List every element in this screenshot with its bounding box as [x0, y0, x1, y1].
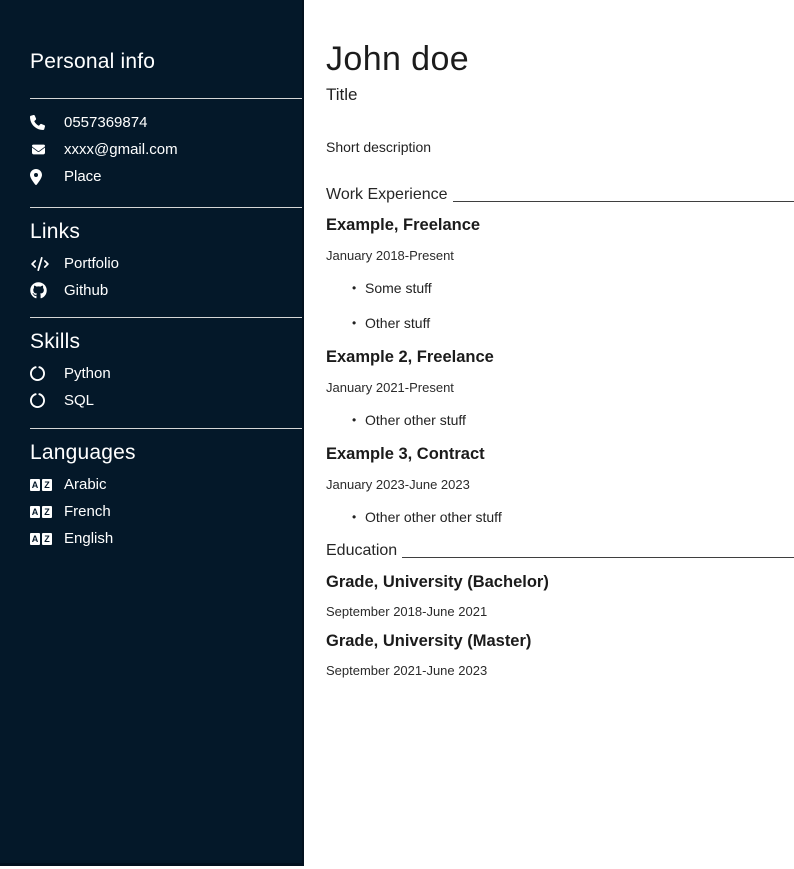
entry-degree: Grade, University (Master) — [326, 632, 794, 651]
bullet-item: Some stuff — [352, 280, 794, 296]
education-entry: Grade, University (Bachelor) September 2… — [326, 573, 794, 619]
links-heading: Links — [30, 220, 302, 244]
language-icon: A Z — [30, 479, 52, 491]
language-label: English — [64, 530, 113, 547]
sidebar-divider — [30, 317, 302, 318]
link-item-portfolio[interactable]: Portfolio — [30, 250, 302, 277]
language-item-arabic: A Z Arabic — [30, 471, 302, 498]
skill-item-sql: SQL — [30, 387, 302, 414]
entry-bullets: Other other other stuff — [326, 509, 794, 525]
sidebar: Personal info 0557369874 xxxx@gmail.com … — [0, 0, 304, 866]
portfolio-link-label: Portfolio — [64, 255, 119, 272]
email-address: xxxx@gmail.com — [64, 141, 178, 158]
languages-heading: Languages — [30, 441, 302, 465]
work-experience-section-heading: Work Experience — [326, 186, 794, 204]
links-list: Portfolio Github — [30, 250, 302, 304]
skill-label: Python — [64, 365, 111, 382]
entry-role: Example 3, Contract — [326, 445, 794, 464]
education-section-heading: Education — [326, 542, 794, 560]
circle-notch-icon — [30, 393, 64, 408]
contact-list: 0557369874 xxxx@gmail.com Place — [30, 109, 302, 190]
sidebar-divider — [30, 98, 302, 99]
language-item-english: A Z English — [30, 525, 302, 552]
skills-heading: Skills — [30, 330, 302, 354]
entry-period: January 2023-June 2023 — [326, 477, 794, 492]
location-pin-icon — [30, 169, 64, 185]
sidebar-divider — [30, 428, 302, 429]
work-entry: Example, Freelance January 2018-Present … — [326, 216, 794, 331]
language-icon: A Z — [30, 506, 52, 518]
section-rule — [402, 557, 794, 558]
github-icon — [30, 282, 64, 299]
name-heading: John doe — [326, 42, 794, 76]
entry-role: Example 2, Freelance — [326, 348, 794, 367]
envelope-icon — [30, 143, 64, 156]
skills-list: Python SQL — [30, 360, 302, 414]
work-entry: Example 3, Contract January 2023-June 20… — [326, 445, 794, 525]
sidebar-divider — [30, 207, 302, 208]
section-title: Education — [326, 542, 397, 560]
personal-info-heading: Personal info — [30, 50, 302, 74]
education-entry: Grade, University (Master) September 202… — [326, 632, 794, 678]
phone-icon — [30, 115, 64, 130]
skill-item-python: Python — [30, 360, 302, 387]
entry-degree: Grade, University (Bachelor) — [326, 573, 794, 592]
entry-role: Example, Freelance — [326, 216, 794, 235]
contact-item-place: Place — [30, 163, 302, 190]
entry-bullets: Other other stuff — [326, 412, 794, 428]
phone-number: 0557369874 — [64, 114, 147, 131]
bullet-item: Other other stuff — [352, 412, 794, 428]
entry-period: January 2021-Present — [326, 380, 794, 395]
language-icon-letter-a: A — [30, 533, 40, 545]
language-icon-letter-z: Z — [42, 506, 52, 518]
github-link-label: Github — [64, 282, 108, 299]
short-description: Short description — [326, 139, 794, 155]
skill-label: SQL — [64, 392, 94, 409]
entry-period: September 2021-June 2023 — [326, 663, 794, 678]
bullet-item: Other stuff — [352, 315, 794, 331]
language-icon-letter-z: Z — [42, 533, 52, 545]
link-item-github[interactable]: Github — [30, 277, 302, 304]
bullet-item: Other other other stuff — [352, 509, 794, 525]
language-item-french: A Z French — [30, 498, 302, 525]
languages-list: A Z Arabic A Z French A — [30, 471, 302, 552]
language-label: French — [64, 503, 111, 520]
entry-period: January 2018-Present — [326, 248, 794, 263]
section-title: Work Experience — [326, 186, 448, 204]
entry-period: September 2018-June 2021 — [326, 604, 794, 619]
language-icon: A Z — [30, 533, 52, 545]
contact-item-email: xxxx@gmail.com — [30, 136, 302, 163]
circle-notch-icon — [30, 366, 64, 381]
contact-item-phone: 0557369874 — [30, 109, 302, 136]
place-text: Place — [64, 168, 102, 185]
section-rule — [453, 201, 794, 202]
work-entry: Example 2, Freelance January 2021-Presen… — [326, 348, 794, 428]
language-label: Arabic — [64, 476, 107, 493]
main-content: John doe Title Short description Work Ex… — [304, 0, 794, 678]
language-icon-letter-a: A — [30, 479, 40, 491]
job-title: Title — [326, 85, 794, 105]
code-icon — [30, 257, 64, 271]
language-icon-letter-a: A — [30, 506, 40, 518]
language-icon-letter-z: Z — [42, 479, 52, 491]
entry-bullets: Some stuff Other stuff — [326, 280, 794, 331]
